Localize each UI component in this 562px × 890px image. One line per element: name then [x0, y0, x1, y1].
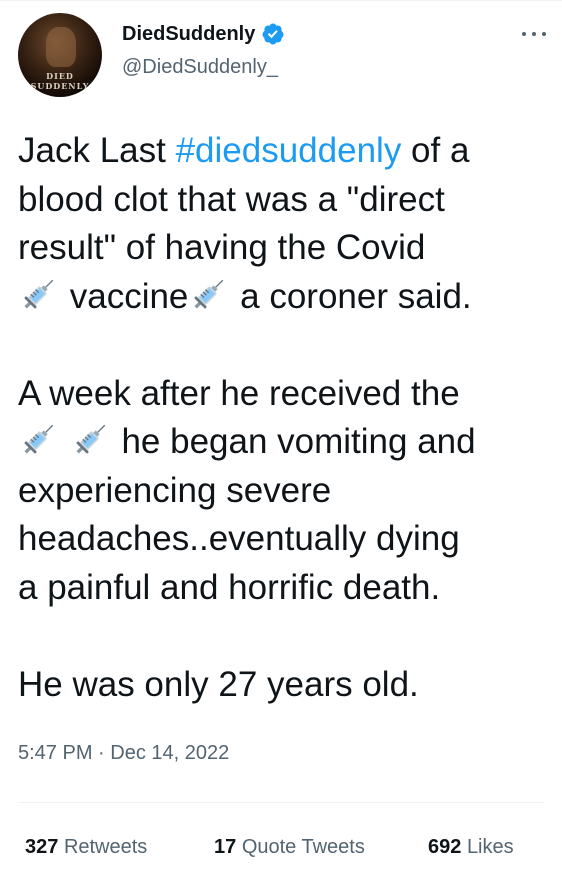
- retweets-label: Retweets: [63, 836, 148, 858]
- author-name-link[interactable]: DiedSuddenly: [122, 22, 285, 46]
- tweet-text-segment: of a: [401, 131, 470, 170]
- top-border: [0, 0, 562, 1]
- likes-label: Likes: [466, 836, 514, 858]
- quotes-count: 17: [214, 836, 237, 858]
- divider: [18, 802, 544, 803]
- retweets-link[interactable]: 327 Retweets: [25, 836, 147, 859]
- tweet-text-segment: He was only 27 years old.: [18, 664, 419, 704]
- tweet-text-segment: result" of having the Covid: [18, 228, 426, 267]
- likes-count: 692: [428, 836, 462, 858]
- likes-link[interactable]: 692 Likes: [428, 836, 514, 859]
- tweet-text-segment: experiencing severe: [18, 470, 332, 510]
- meta-separator: ·: [92, 742, 111, 764]
- quotes-label: Quote Tweets: [241, 836, 365, 858]
- retweets-count: 327: [25, 836, 59, 858]
- tweet-text-segment: A week after he received the: [18, 373, 460, 413]
- avatar-figure: [46, 27, 76, 67]
- verified-badge-icon: [262, 23, 284, 45]
- avatar-logo-text: DIED SUDDENLY: [30, 71, 90, 91]
- tweet-date[interactable]: Dec 14, 2022: [110, 742, 229, 764]
- tweet-text-segment: Jack Last: [18, 131, 176, 170]
- syringe-emoji-icon: [71, 419, 110, 458]
- author-handle[interactable]: @DiedSuddenly_: [122, 56, 278, 79]
- quote-tweets-link[interactable]: 17 Quote Tweets: [214, 836, 365, 859]
- hashtag-link[interactable]: #diedsuddenly: [176, 131, 402, 170]
- tweet-text-segment: a coroner said.: [230, 276, 472, 316]
- tweet-text-segment: he began vomiting and: [111, 422, 476, 461]
- syringe-emoji-icon: [190, 274, 229, 313]
- tweet-text: Jack Last #diedsuddenly of a blood clot …: [18, 127, 558, 709]
- tweet-text-segment: headaches..eventually dying: [18, 519, 460, 558]
- syringe-emoji-icon: [20, 419, 59, 458]
- display-name: DiedSuddenly: [122, 22, 256, 45]
- tweet-text-segment: vaccine: [60, 276, 189, 316]
- tweet-text-segment: a painful and horrific death.: [18, 567, 441, 607]
- syringe-emoji-icon: [20, 274, 59, 313]
- tweet-text-segment: blood clot that was a "direct: [18, 179, 445, 219]
- more-options-icon[interactable]: [520, 20, 548, 48]
- tweet-timestamp: 5:47 PM · Dec 14, 2022: [18, 742, 229, 765]
- tweet-time[interactable]: 5:47 PM: [18, 742, 92, 764]
- avatar[interactable]: DIED SUDDENLY: [18, 13, 102, 97]
